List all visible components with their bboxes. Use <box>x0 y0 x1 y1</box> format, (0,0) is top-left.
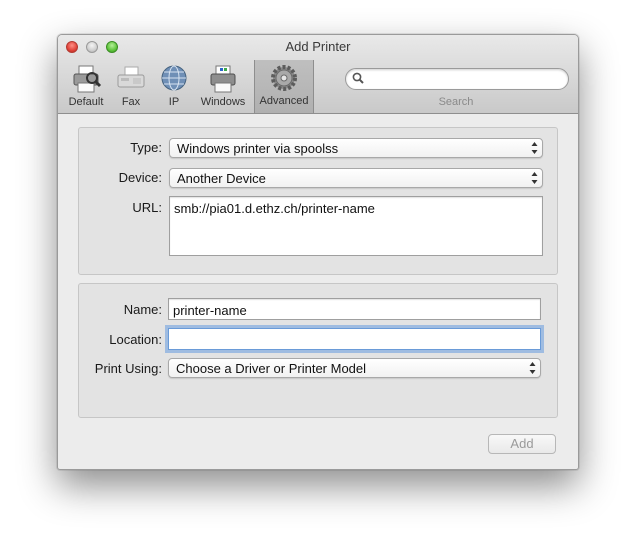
location-label: Location: <box>109 332 162 347</box>
up-down-arrows-icon <box>531 172 538 184</box>
device-popup[interactable]: Another Device <box>169 168 543 188</box>
windows-printer-icon <box>210 65 236 93</box>
search-icon <box>352 72 364 84</box>
up-down-arrows-icon <box>529 362 536 374</box>
toolbar-windows-label: Windows <box>200 96 246 108</box>
name-label: Name: <box>123 302 162 317</box>
device-value: Another Device <box>177 171 266 186</box>
printer-magnifier-icon <box>73 65 102 93</box>
add-button[interactable]: Add <box>488 434 556 454</box>
url-value: smb://pia01.d.ethz.ch/printer-name <box>174 201 375 216</box>
type-popup[interactable]: Windows printer via spoolss <box>169 138 543 158</box>
toolbar-advanced-button[interactable]: Advanced <box>254 60 314 113</box>
print-using-label: Print Using: <box>94 361 162 376</box>
url-field[interactable]: smb://pia01.d.ethz.ch/printer-name <box>169 196 543 256</box>
device-label: Device: <box>118 170 162 185</box>
toolbar-fax-button[interactable]: Fax <box>111 61 151 111</box>
toolbar-ip-button[interactable]: IP <box>154 61 194 111</box>
url-label: URL: <box>132 200 162 215</box>
toolbar-fax-label: Fax <box>121 96 141 108</box>
up-down-arrows-icon <box>531 142 538 154</box>
toolbar-advanced-label: Advanced <box>259 95 309 107</box>
connection-group: Type: Windows printer via spoolss Device… <box>78 127 558 275</box>
print-using-value: Choose a Driver or Printer Model <box>176 361 367 376</box>
add-printer-window: Add Printer Default Fax IP Windows Advan… <box>57 34 579 470</box>
print-using-popup[interactable]: Choose a Driver or Printer Model <box>168 358 541 378</box>
toolbar-default-button[interactable]: Default <box>64 61 108 111</box>
toolbar-default-label: Default <box>68 96 104 108</box>
toolbar-windows-button[interactable]: Windows <box>198 61 248 111</box>
type-value: Windows printer via spoolss <box>177 141 339 156</box>
search-input[interactable] <box>368 70 562 88</box>
fax-icon <box>117 66 145 88</box>
globe-icon <box>161 65 187 91</box>
search-label: Search <box>438 96 474 108</box>
toolbar-ip-label: IP <box>168 96 180 108</box>
type-label: Type: <box>130 140 162 155</box>
details-group: Name: printer-name Location: Print Using… <box>78 283 558 418</box>
location-field[interactable] <box>168 328 541 350</box>
name-value: printer-name <box>173 303 247 318</box>
toolbar: Add Printer Default Fax IP Windows Advan… <box>58 35 578 114</box>
gear-icon <box>271 65 297 91</box>
search-field[interactable] <box>345 68 569 90</box>
window-title: Add Printer <box>285 39 351 54</box>
name-field[interactable]: printer-name <box>168 298 541 320</box>
